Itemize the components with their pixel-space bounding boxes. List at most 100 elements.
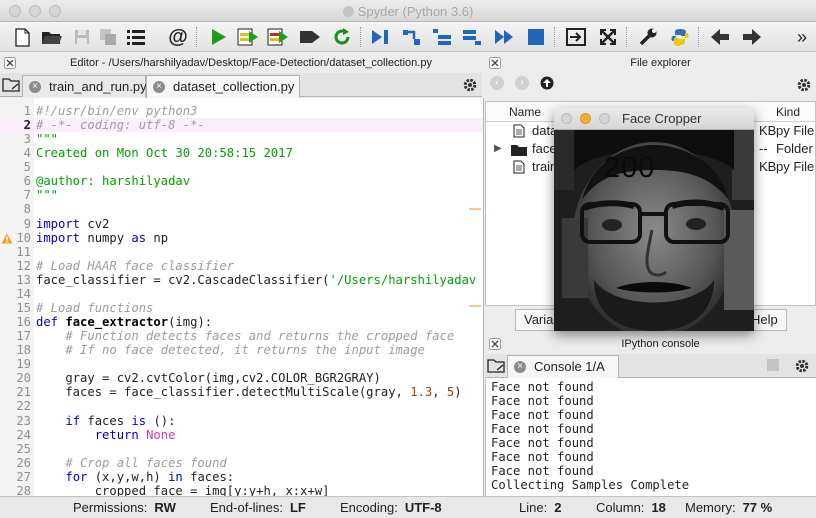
code-line[interactable]: 15 # Load functions bbox=[0, 301, 483, 315]
column-header-kind[interactable]: Kind bbox=[776, 102, 800, 122]
browse-tabs-icon[interactable] bbox=[2, 77, 20, 96]
run-cell-icon[interactable] bbox=[236, 25, 260, 49]
editor-pane-close-icon[interactable] bbox=[4, 57, 16, 69]
code-line[interactable]: 7 """ bbox=[0, 188, 483, 202]
maximize-pane-icon[interactable] bbox=[564, 25, 588, 49]
save-icon[interactable] bbox=[70, 25, 94, 49]
step-icon[interactable] bbox=[400, 25, 424, 49]
code-token: for bbox=[65, 469, 88, 484]
column-header-name[interactable]: Name bbox=[509, 102, 541, 122]
console-output-line: Face not found bbox=[491, 394, 594, 408]
wrench-icon[interactable] bbox=[636, 25, 660, 49]
code-text: faces = face_classifier.detectMultiScale… bbox=[36, 385, 461, 399]
explorer-back-icon[interactable]: ‹ bbox=[490, 76, 504, 90]
step-return-icon[interactable] bbox=[460, 25, 484, 49]
code-line[interactable]: 5 bbox=[0, 160, 483, 174]
line-number: 20 bbox=[16, 371, 31, 386]
code-editor[interactable]: 1 #!/usr/bin/env python3 2 # -*- coding: ut… bbox=[0, 98, 484, 496]
title-bar: Spyder (Python 3.6) bbox=[0, 0, 816, 22]
close-tab-icon[interactable]: × bbox=[514, 361, 526, 373]
open-folder-icon[interactable] bbox=[40, 25, 64, 49]
code-line[interactable]: 3 """ bbox=[0, 132, 483, 147]
forward-arrow-icon[interactable] bbox=[740, 25, 764, 49]
save-all-icon[interactable] bbox=[96, 25, 120, 49]
tab-dataset-collection[interactable]: × dataset_collection.py bbox=[146, 75, 300, 98]
code-line[interactable]: 21 faces = face_classifier.detectMultiSc… bbox=[0, 385, 483, 399]
run-icon[interactable] bbox=[206, 25, 230, 49]
folder-kind: Folder bbox=[776, 141, 813, 156]
face-cropper-window[interactable]: Face Cropper 200 bbox=[554, 108, 754, 331]
code-line[interactable]: 8 bbox=[0, 202, 483, 216]
code-line[interactable]: 22 bbox=[0, 399, 483, 413]
close-tab-icon[interactable]: × bbox=[153, 81, 165, 93]
code-line[interactable]: 19 bbox=[0, 357, 483, 371]
console-output-line: Face not found bbox=[491, 408, 594, 422]
code-text: # If no face detected, it returns the in… bbox=[36, 343, 425, 357]
code-token: '/Users/harshilyadav bbox=[329, 272, 477, 287]
face-cropper-minimize-button[interactable] bbox=[580, 113, 591, 124]
code-line[interactable]: 2 # -*- coding: utf-8 -*- bbox=[0, 118, 483, 133]
python-path-icon[interactable] bbox=[668, 25, 692, 49]
expand-arrow-icon[interactable]: ▶ bbox=[494, 140, 502, 158]
face-cropper-zoom-button[interactable] bbox=[599, 113, 610, 124]
code-line[interactable]: 10 import numpy as np bbox=[0, 231, 483, 245]
code-line[interactable]: 1 #!/usr/bin/env python3 bbox=[0, 104, 483, 118]
continue-icon[interactable] bbox=[492, 25, 516, 49]
code-line[interactable]: 16 def face_extractor(img): bbox=[0, 315, 483, 329]
line-number: 28 bbox=[16, 483, 31, 496]
new-file-icon[interactable] bbox=[10, 25, 34, 49]
run-selection-icon[interactable] bbox=[298, 25, 322, 49]
code-line[interactable]: 6 @author: harshilyadav bbox=[0, 174, 483, 188]
status-eol: End-of-lines: LF bbox=[210, 497, 306, 518]
code-line[interactable]: 26 # Crop all faces found bbox=[0, 456, 483, 470]
code-line[interactable]: 25 bbox=[0, 442, 483, 456]
code-line[interactable]: 4 Created on Mon Oct 30 20:58:15 2017 bbox=[0, 146, 483, 160]
back-arrow-icon[interactable] bbox=[708, 25, 732, 49]
status-label: End-of-lines: bbox=[210, 500, 283, 515]
ipython-console[interactable]: Face not found Face not found Face not f… bbox=[485, 378, 816, 496]
stop-icon[interactable] bbox=[524, 25, 548, 49]
explorer-pane-close-icon[interactable] bbox=[489, 57, 501, 69]
line-number: 3 bbox=[23, 132, 31, 147]
status-value: UTF-8 bbox=[404, 500, 442, 515]
step-into-icon[interactable] bbox=[430, 25, 454, 49]
code-line[interactable]: 17 # Function detects faces and returns … bbox=[0, 329, 483, 343]
code-line[interactable]: 27 for (x,y,w,h) in faces: bbox=[0, 469, 483, 484]
browse-consoles-icon[interactable] bbox=[487, 358, 505, 377]
face-cropper-close-button[interactable] bbox=[561, 113, 572, 124]
code-line[interactable]: 23 if faces is (): bbox=[0, 414, 483, 428]
close-tab-icon[interactable]: × bbox=[29, 81, 41, 93]
status-label: Line: bbox=[519, 500, 548, 515]
debug-icon[interactable] bbox=[368, 25, 392, 49]
more-icon[interactable]: » bbox=[790, 25, 814, 49]
explorer-forward-icon[interactable]: › bbox=[515, 76, 529, 90]
code-line[interactable]: 20 gray = cv2.cvtColor(img,cv2.COLOR_BGR… bbox=[0, 371, 483, 386]
code-text: # Function detects faces and returns the… bbox=[36, 329, 454, 343]
explorer-options-gear-icon[interactable] bbox=[796, 77, 812, 96]
code-line[interactable]: 11 bbox=[0, 245, 483, 259]
face-cropper-title-bar[interactable]: Face Cropper bbox=[554, 108, 754, 130]
outline-icon[interactable] bbox=[124, 25, 148, 49]
code-line[interactable]: 14 bbox=[0, 286, 483, 301]
file-size: KB bbox=[759, 123, 777, 138]
tab-train-and-run[interactable]: × train_and_run.py bbox=[22, 75, 147, 97]
console-output-line: Collecting Samples Complete bbox=[491, 478, 690, 492]
code-line[interactable]: 13 face_classifier = cv2.CascadeClassifie… bbox=[0, 272, 483, 287]
interrupt-kernel-icon[interactable] bbox=[767, 359, 779, 371]
rerun-icon[interactable] bbox=[330, 25, 354, 49]
code-line[interactable]: 9 import cv2 bbox=[0, 217, 483, 231]
tab-console-1a[interactable]: × Console 1/A bbox=[507, 355, 619, 378]
fullscreen-icon[interactable] bbox=[596, 25, 620, 49]
line-number: 14 bbox=[16, 286, 31, 301]
code-line[interactable]: 18 # If no face detected, it returns the… bbox=[0, 343, 483, 357]
status-label: Memory: bbox=[685, 500, 736, 515]
code-line[interactable]: 24 return None bbox=[0, 428, 483, 442]
email-at-icon[interactable]: @ bbox=[166, 25, 190, 49]
run-cell-advance-icon[interactable] bbox=[266, 25, 290, 49]
code-line[interactable]: 12 # Load HAAR face classifier bbox=[0, 259, 483, 273]
editor-options-gear-icon[interactable] bbox=[462, 77, 478, 96]
code-line[interactable]: 28 cropped_face = img[y:y+h, x:x+w] bbox=[0, 483, 483, 496]
explorer-parent-dir-icon[interactable] bbox=[540, 76, 554, 93]
console-pane-close-icon[interactable] bbox=[489, 338, 501, 350]
console-options-gear-icon[interactable] bbox=[794, 358, 810, 377]
